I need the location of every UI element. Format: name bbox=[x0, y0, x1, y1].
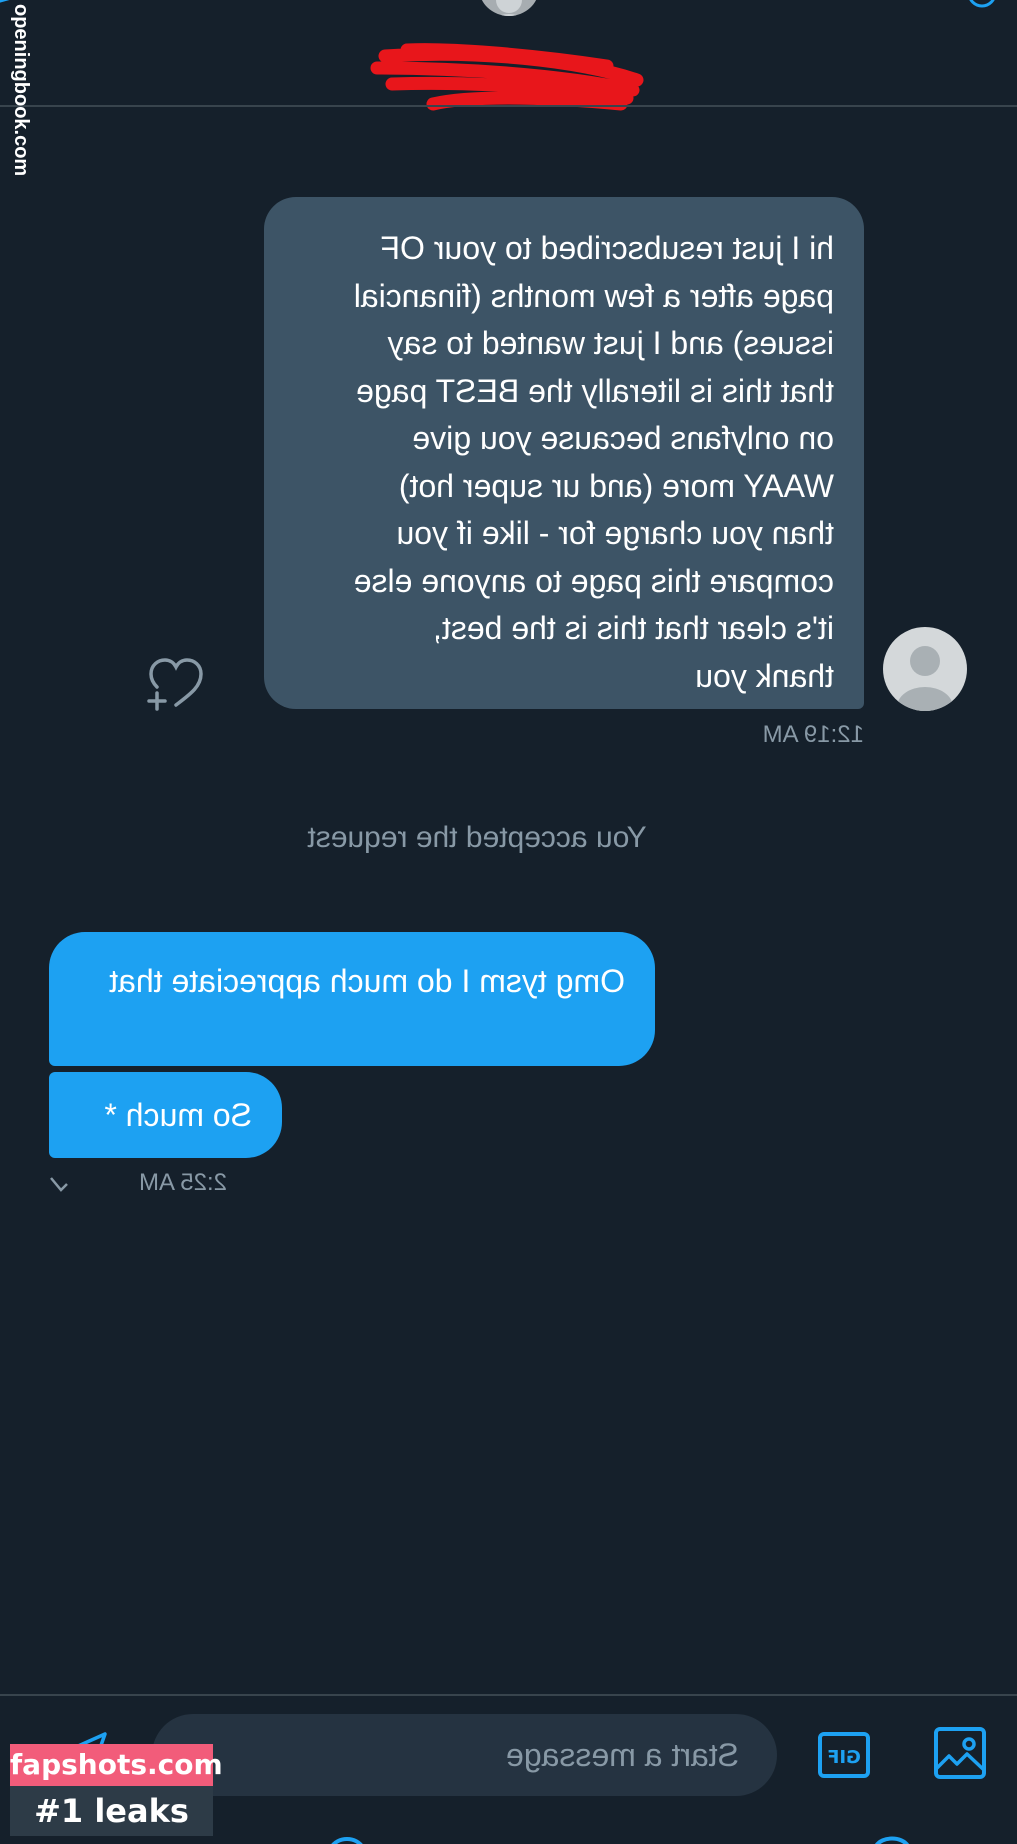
nav-icon[interactable] bbox=[317, 1832, 377, 1844]
outgoing-message-time: 2:25 AM bbox=[138, 1169, 227, 1196]
default-avatar-icon bbox=[897, 646, 953, 711]
composer-divider bbox=[0, 1694, 1017, 1696]
outgoing-message-bubble[interactable]: So much * bbox=[49, 1072, 282, 1158]
nav-icon[interactable] bbox=[862, 1830, 922, 1844]
mirrored-dm-screen: hi I just resubscribed to your OF page a… bbox=[0, 0, 1017, 1844]
side-watermark: openingbook.com bbox=[10, 4, 32, 177]
svg-text:GIF: GIF bbox=[827, 1747, 861, 1768]
message-input[interactable] bbox=[152, 1714, 777, 1796]
outgoing-message-bubble[interactable]: Omg tysm I do much appreciate that bbox=[49, 932, 655, 1066]
incoming-message-time: 12:19 AM bbox=[762, 721, 864, 748]
watermark-badge-bottom: #1 leaks bbox=[10, 1786, 213, 1836]
heart-plus-icon[interactable] bbox=[145, 655, 207, 711]
header-avatar[interactable] bbox=[479, 0, 539, 16]
info-icon[interactable] bbox=[967, 0, 997, 8]
gif-icon[interactable]: GIF bbox=[817, 1731, 871, 1779]
header-divider bbox=[0, 105, 1017, 107]
default-avatar-icon bbox=[485, 0, 533, 16]
checkmark-icon bbox=[50, 1177, 68, 1192]
watermark-badge-top: fapshots.com bbox=[10, 1744, 223, 1786]
incoming-message-bubble[interactable]: hi I just resubscribed to your OF page a… bbox=[264, 197, 864, 709]
sender-avatar[interactable] bbox=[883, 627, 967, 711]
image-icon[interactable] bbox=[933, 1726, 987, 1780]
request-accepted-note: You accepted the request bbox=[307, 821, 647, 854]
